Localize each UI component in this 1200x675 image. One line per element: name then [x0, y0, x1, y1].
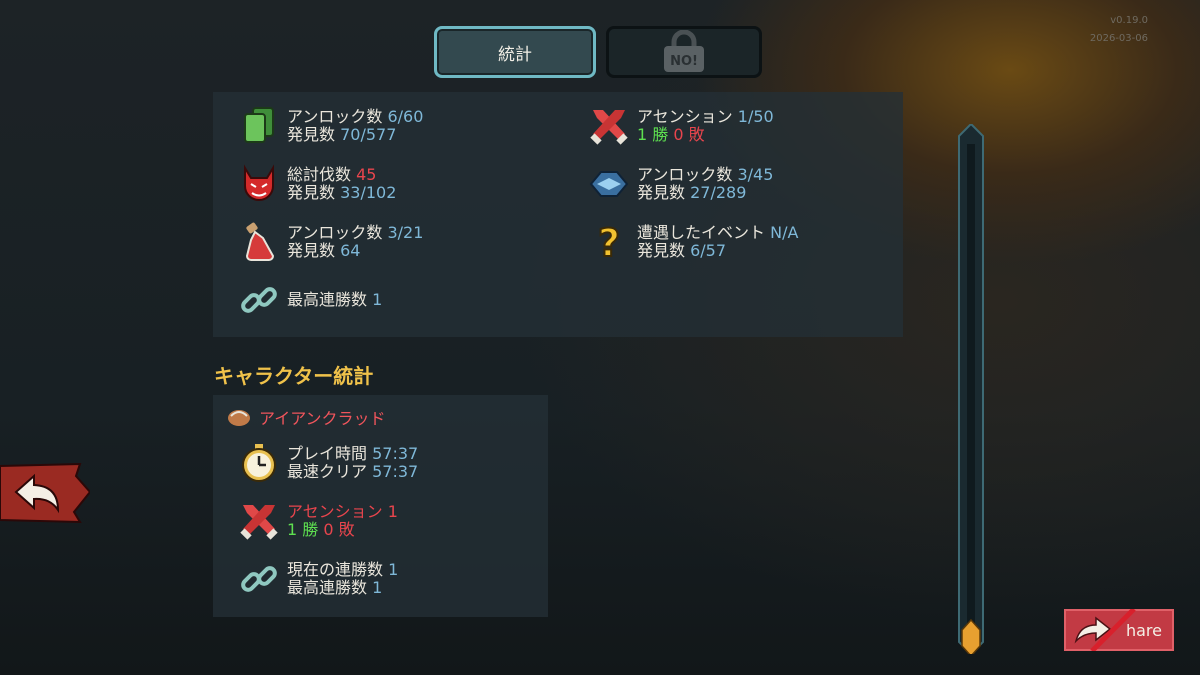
events-stat: ? 遭遇したイベント N/A 発見数 6/57	[589, 222, 798, 262]
character-name: アイアンクラッド	[259, 409, 386, 428]
relics-unlock-value: 3/45	[737, 165, 774, 184]
ironclad-icon	[228, 410, 250, 426]
current-streak-value: 1	[388, 560, 399, 579]
events-seen-value: 6/57	[690, 241, 727, 260]
ascension-value: 1/50	[737, 107, 774, 126]
character-best-streak-value: 1	[372, 578, 383, 597]
character-header: アイアンクラッド	[227, 405, 386, 429]
tab-stats[interactable]: 統計	[434, 26, 596, 78]
lock-badge-text: NO!	[670, 54, 698, 69]
character-stats-title: キャラクター統計	[214, 364, 374, 388]
relics-seen-value: 27/289	[690, 183, 747, 202]
cards-stat: アンロック数 6/60 発見数 70/577	[239, 106, 423, 146]
chain-icon	[239, 559, 279, 599]
ascension-losses: 0 敗	[673, 125, 705, 144]
version-number: v0.19.0	[1110, 15, 1148, 26]
relic-icon	[589, 164, 629, 204]
scrollbar[interactable]	[958, 124, 984, 654]
playtime-stat: プレイ時間 57:37 最速クリア 57:37	[239, 443, 418, 483]
cards-icon	[239, 106, 279, 146]
version-date: 2026-03-06	[1089, 33, 1148, 44]
version-info: v0.19.0 2026-03-06	[1090, 12, 1148, 48]
ascension-wins: 1 勝	[637, 125, 669, 144]
lock-icon: NO!	[664, 30, 704, 72]
crossed-swords-icon	[239, 501, 279, 541]
disabled-slash-icon	[1090, 609, 1136, 651]
character-ascension-stat: アセンション 1 1 勝 0 敗	[239, 501, 398, 541]
stopwatch-icon	[239, 443, 279, 483]
character-ascension-value: 1	[387, 502, 398, 521]
share-button[interactable]: hare	[1064, 609, 1174, 651]
potions-unlock-value: 3/21	[387, 223, 424, 242]
chain-icon	[239, 280, 279, 320]
character-losses: 0 敗	[323, 520, 355, 539]
question-mark-icon: ?	[589, 222, 629, 262]
general-stats-panel: アンロック数 6/60 発見数 70/577 総討伐数 45 発見数 33/10…	[213, 92, 903, 337]
tab-locked[interactable]: NO!	[606, 26, 762, 78]
potions-seen-value: 64	[340, 241, 361, 260]
monsters-seen-value: 33/102	[340, 183, 397, 202]
events-value: N/A	[770, 223, 799, 242]
tab-stats-label: 統計	[498, 44, 532, 65]
svg-text:?: ?	[598, 222, 620, 262]
potions-stat: アンロック数 3/21 発見数 64	[239, 222, 423, 262]
best-streak-value: 1	[372, 290, 383, 309]
back-button[interactable]	[0, 462, 92, 524]
playtime-value: 57:37	[372, 444, 419, 463]
character-streak-stat: 現在の連勝数 1 最高連勝数 1	[239, 559, 398, 599]
demon-icon	[239, 164, 279, 204]
relics-stat: アンロック数 3/45 発見数 27/289	[589, 164, 773, 204]
cards-seen-value: 70/577	[340, 125, 397, 144]
fastest-clear-value: 57:37	[372, 462, 419, 481]
character-wins: 1 勝	[287, 520, 319, 539]
ascension-stat: アセンション 1/50 1 勝 0 敗	[589, 106, 774, 146]
monsters-stat: 総討伐数 45 発見数 33/102	[239, 164, 396, 204]
character-stats-panel: アイアンクラッド プレイ時間 57:37 最速クリア 57:37 アセンション …	[213, 395, 548, 617]
potion-icon	[239, 222, 279, 262]
cards-unlock-value: 6/60	[387, 107, 424, 126]
crossed-swords-icon	[589, 106, 629, 146]
best-streak-stat: 最高連勝数 1	[239, 280, 382, 320]
monsters-kills-value: 45	[356, 165, 377, 184]
